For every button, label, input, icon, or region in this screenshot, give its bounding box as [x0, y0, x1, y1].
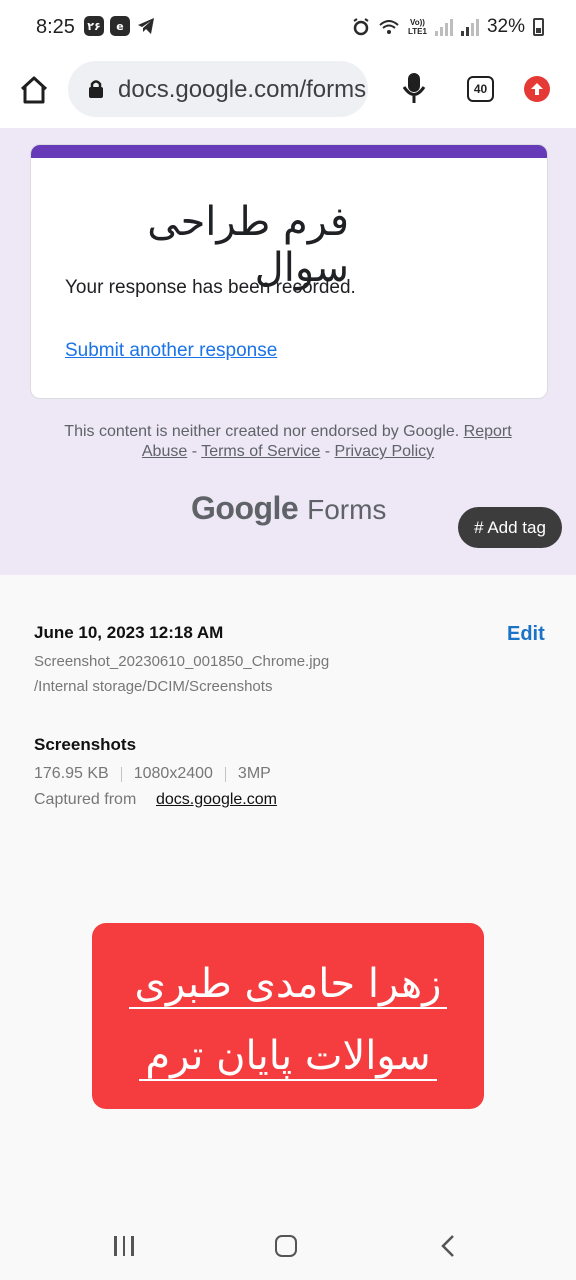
google-forms-logo[interactable]: Google Forms: [191, 490, 386, 527]
microphone-icon: [402, 73, 426, 103]
status-system-icons: Vo)) LTE1 32%: [352, 16, 544, 38]
voice-search-button[interactable]: [398, 70, 430, 106]
app-e-icon: e: [110, 16, 130, 36]
banner-line-1: زهرا حامدی طبری: [92, 961, 484, 1009]
system-nav-bar: [0, 1220, 576, 1280]
file-metadata: 176.95 KB 1080x2400 3MP: [34, 765, 271, 783]
banner-line-2: سوالات پایان ترم: [92, 1033, 484, 1081]
submit-another-link[interactable]: Submit another response: [65, 340, 277, 362]
signal-2-icon: [460, 18, 479, 36]
overlay-banner: زهرا حامدی طبری سوالات پایان ترم: [92, 923, 484, 1109]
battery-percent: 32%: [486, 16, 525, 37]
volte-icon: Vo)) LTE1: [408, 18, 427, 36]
back-icon[interactable]: [440, 1234, 456, 1258]
url-text: docs.google.com/forms: [118, 76, 367, 103]
recents-button[interactable]: [114, 1236, 134, 1256]
address-bar[interactable]: docs.google.com/forms: [68, 61, 368, 117]
file-size: 176.95 KB: [34, 765, 109, 782]
disclaimer: This content is neither created nor endo…: [64, 423, 512, 460]
update-button[interactable]: [524, 76, 550, 102]
image-resolution: 1080x2400: [133, 765, 213, 782]
notification-badge-icon: ۲۶: [84, 16, 104, 36]
captured-source-link[interactable]: docs.google.com: [156, 791, 277, 809]
file-path: /Internal storage/DCIM/Screenshots: [34, 678, 273, 695]
megapixels: 3MP: [237, 765, 271, 782]
form-card: فرم طراحی سوال Your response has been re…: [30, 144, 548, 399]
disclaimer-text: This content is neither created nor endo…: [64, 423, 460, 440]
card-accent-bar: [31, 145, 547, 158]
alarm-icon: [353, 18, 369, 36]
home-icon: [20, 76, 48, 104]
image-details-panel: June 10, 2023 12:18 AM Edit Screenshot_2…: [0, 575, 576, 1220]
album-name: Screenshots: [34, 735, 137, 754]
capture-date: June 10, 2023 12:18 AM: [34, 623, 224, 642]
home-nav-button[interactable]: [275, 1235, 297, 1257]
add-tag-button[interactable]: # Add tag: [458, 507, 562, 548]
privacy-link[interactable]: Privacy Policy: [335, 443, 435, 460]
telegram-icon: [138, 18, 154, 34]
wifi-icon: [379, 20, 399, 34]
lock-icon: [89, 80, 103, 98]
arrow-up-icon: [531, 83, 543, 95]
status-bar: 8:25 ۲۶ e Vo)) LTE1 32%: [0, 0, 576, 56]
signal-1-icon: [434, 18, 453, 36]
status-notification-icons: ۲۶ e: [84, 16, 156, 36]
terms-link[interactable]: Terms of Service: [201, 443, 320, 460]
edit-button[interactable]: Edit: [507, 623, 545, 646]
file-name: Screenshot_20230610_001850_Chrome.jpg: [34, 653, 330, 670]
confirmation-message: Your response has been recorded.: [65, 277, 356, 298]
browser-toolbar: docs.google.com/forms 40: [0, 56, 576, 128]
form-page: فرم طراحی سوال Your response has been re…: [0, 128, 576, 575]
battery-icon: [533, 18, 544, 36]
home-button[interactable]: [14, 70, 54, 110]
status-time: 8:25: [36, 16, 75, 38]
captured-from-label: Captured from: [34, 791, 137, 808]
tab-switcher-button[interactable]: 40: [467, 76, 494, 102]
